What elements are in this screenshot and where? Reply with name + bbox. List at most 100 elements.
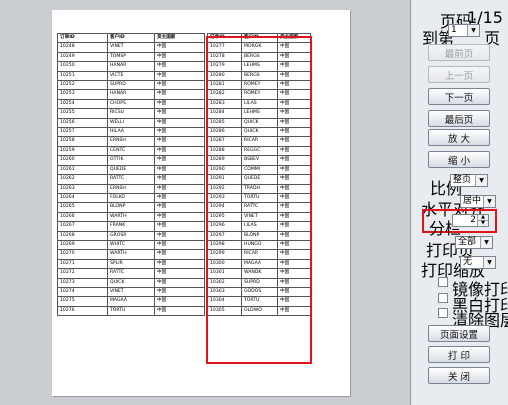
table-row: 10305 OLDWO 中国 <box>207 305 311 317</box>
table-row: 10296 LILAS 中国 <box>207 221 311 232</box>
zoom-out-button[interactable]: 缩 小 <box>428 151 490 168</box>
zoom-in-button[interactable]: 放 大 <box>428 129 490 146</box>
table-row: 10255 RICSU 中国 <box>57 108 205 119</box>
table-row: 10263 ERNSH 中国 <box>57 183 205 194</box>
table-cell: 10289 <box>207 155 242 166</box>
table-cell: 中国 <box>277 211 311 223</box>
table-cell: ROMEY <box>241 80 278 91</box>
print-button[interactable]: 打 印 <box>428 346 490 363</box>
scale-select[interactable]: 整页 ▼ <box>450 174 488 187</box>
table-cell: FRANK <box>106 221 156 232</box>
table-cell: 10255 <box>57 108 108 119</box>
split-columns-spinner[interactable]: 2 ▲ ▼ <box>452 214 489 227</box>
table-row: 10256 WELLI 中国 <box>57 117 205 129</box>
table-row: 10270 WARTH 中国 <box>57 249 205 260</box>
table-cell: 10248 <box>57 42 108 53</box>
table-cell: BERGS <box>241 70 278 82</box>
table-cell: 中国 <box>154 286 205 298</box>
table-cell: RICAR <box>241 136 278 147</box>
table-cell: BLONP <box>241 230 278 241</box>
table-row: 10285 QUICK 中国 <box>207 117 311 129</box>
table-cell: 中国 <box>154 305 205 317</box>
print-scale-select[interactable]: 无 ▼ <box>460 256 496 269</box>
table-cell: 10285 <box>207 117 242 129</box>
table-cell: 10294 <box>207 202 242 213</box>
print-pages-select[interactable]: 全部 ▼ <box>455 236 493 249</box>
table-row: 10299 RICAR 中国 <box>207 249 311 260</box>
table-cell: 10282 <box>207 89 242 100</box>
table-header-cell: 客户ID <box>241 32 278 44</box>
clear-layers-checkbox[interactable] <box>438 308 448 318</box>
table-cell: WELLI <box>106 117 156 129</box>
table-row: 10277 MORGK 中国 <box>207 42 311 53</box>
table-cell: 中国 <box>154 221 205 232</box>
table-row: 10251 VICTE 中国 <box>57 70 205 82</box>
table-cell: 中国 <box>277 183 311 194</box>
table-cell: 10295 <box>207 211 242 223</box>
table-row: 10301 WANDK 中国 <box>207 268 311 279</box>
table-cell: SPLIR <box>106 258 156 270</box>
table-cell: 10290 <box>207 164 242 176</box>
table-row: 10304 TORTU 中国 <box>207 296 311 307</box>
table-cell: SUPRD <box>106 80 156 91</box>
table-cell: 10279 <box>207 61 242 72</box>
table-row: 10262 RATTC 中国 <box>57 174 205 185</box>
table-row: 10286 QUICK 中国 <box>207 127 311 138</box>
table-cell: 中国 <box>277 70 311 82</box>
table-cell: 中国 <box>277 258 311 270</box>
spinner-down-icon[interactable]: ▼ <box>477 220 488 226</box>
table-cell: 中国 <box>277 108 311 119</box>
table-cell: 10275 <box>57 296 108 307</box>
table-cell: 10292 <box>207 183 242 194</box>
goto-page-select[interactable]: 1 ▼ <box>448 24 480 37</box>
table-cell: 中国 <box>277 89 311 100</box>
table-cell: HANAR <box>106 89 156 100</box>
table-row: 10264 FOLKO 中国 <box>57 192 205 204</box>
table-cell: 中国 <box>277 145 311 157</box>
table-cell: 10274 <box>57 286 108 298</box>
table-cell: 中国 <box>154 249 205 260</box>
table-cell: 10264 <box>57 192 108 204</box>
close-button[interactable]: 关 闭 <box>428 367 490 384</box>
table-row: 10267 FRANK 中国 <box>57 221 205 232</box>
table-row: 10269 WHITC 中国 <box>57 239 205 251</box>
table-cell: ROMEY <box>241 89 278 100</box>
first-page-button[interactable]: 最前页 <box>428 44 490 61</box>
table-row: 10258 ERNSH 中国 <box>57 136 205 147</box>
table-cell: QUEDE <box>106 164 156 176</box>
mirror-print-checkbox[interactable] <box>438 277 448 287</box>
table-row: 10266 WARTH 中国 <box>57 211 205 223</box>
table-cell: 10270 <box>57 249 108 260</box>
table-cell: HANAR <box>106 61 156 72</box>
halign-select[interactable]: 居中 ▼ <box>460 195 496 208</box>
table-cell: 中国 <box>154 268 205 279</box>
table-cell: FOLKO <box>106 192 156 204</box>
table-cell: 中国 <box>154 89 205 100</box>
table-header-row: 订单ID 客户ID 货主国家 <box>57 32 205 44</box>
table-cell: 中国 <box>277 136 311 147</box>
prev-page-button[interactable]: 上一页 <box>428 66 490 83</box>
table-cell: 10300 <box>207 258 242 270</box>
page-setup-button[interactable]: 页面设置 <box>428 325 490 342</box>
bw-print-checkbox[interactable] <box>438 293 448 303</box>
table-cell: BSBEV <box>241 155 278 166</box>
table-cell: 中国 <box>277 155 311 166</box>
last-page-button[interactable]: 最后页 <box>428 110 490 127</box>
table-cell: 中国 <box>154 61 205 72</box>
table-cell: MAGAA <box>241 258 278 270</box>
table-cell: GODOS <box>241 286 278 298</box>
table-row: 10271 SPLIR 中国 <box>57 258 205 270</box>
table-cell: 中国 <box>277 239 311 251</box>
table-row: 10268 GROSR 中国 <box>57 230 205 241</box>
next-page-button[interactable]: 下一页 <box>428 88 490 105</box>
table-cell: 中国 <box>277 249 311 260</box>
table-cell: 10261 <box>57 164 108 176</box>
table-cell: 中国 <box>154 42 205 53</box>
table-row: 10288 REGGC 中国 <box>207 145 311 157</box>
table-cell: 中国 <box>277 268 311 279</box>
table-cell: 10253 <box>57 89 108 100</box>
table-row: 10281 ROMEY 中国 <box>207 80 311 91</box>
table-row: 10302 SUPRD 中国 <box>207 277 311 288</box>
table-cell: 中国 <box>154 174 205 185</box>
chevron-down-icon: ▼ <box>480 237 492 248</box>
